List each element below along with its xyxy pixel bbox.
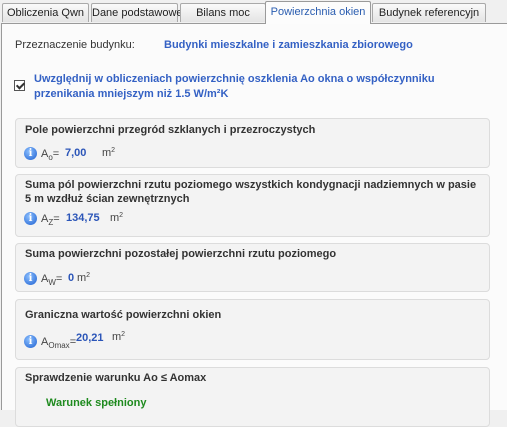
group-ao: Pole powierzchni przegród szklanych i pr… <box>15 118 490 168</box>
destination-row: Przeznaczenie budynku: Budynki mieszkaln… <box>15 39 413 51</box>
tab-bar: Obliczenia Qwn Dane podstawowe Bilans mo… <box>0 0 507 24</box>
group-ao-title: Pole powierzchni przegród szklanych i pr… <box>25 124 316 136</box>
ao-unit: m2 <box>102 147 116 159</box>
aw-symbol: AW= <box>41 273 63 287</box>
ao-symbol: Ao= <box>41 148 60 162</box>
az-symbol: AZ= <box>41 213 60 227</box>
group-check-title: Sprawdzenie warunku Ao ≤ Aomax <box>25 372 207 384</box>
info-icon[interactable]: i <box>24 272 37 285</box>
info-icon[interactable]: i <box>24 335 37 348</box>
group-aw: Suma powierzchni pozostałej powierzchni … <box>15 243 490 292</box>
tab-dane-podstawowe[interactable]: Dane podstawowe <box>91 3 183 22</box>
info-icon[interactable]: i <box>24 212 37 225</box>
destination-label: Przeznaczenie budynku: <box>15 39 135 51</box>
group-aomax: Graniczna wartość powierzchni okien i AO… <box>15 299 490 360</box>
tab-budynek-referencyjny[interactable]: Budynek referencyjn <box>372 3 486 22</box>
info-icon[interactable]: i <box>24 147 37 160</box>
tab-powierzchnia-okien[interactable]: Powierzchnia okien <box>265 1 371 24</box>
aw-value: 0 <box>68 272 75 284</box>
group-az: Suma pól powierzchni rzutu poziomego wsz… <box>15 174 490 237</box>
tab-bilans-moc[interactable]: Bilans moc <box>180 3 266 22</box>
destination-value: Budynki mieszkalne i zamieszkania zbioro… <box>164 39 413 51</box>
az-value: 134,75 <box>66 212 100 224</box>
include-glazing-checkbox[interactable] <box>14 80 25 91</box>
tab-obliczenia-qwn[interactable]: Obliczenia Qwn <box>2 3 89 22</box>
group-aw-title: Suma powierzchni pozostałej powierzchni … <box>25 248 337 260</box>
aomax-value: 20,21 <box>76 332 104 344</box>
ao-value: 7,00 <box>65 147 87 159</box>
group-condition-check: Sprawdzenie warunku Ao ≤ Aomax Warunek s… <box>15 367 490 427</box>
condition-result: Warunek spełniony <box>46 397 147 409</box>
az-unit: m2 <box>110 212 124 224</box>
aomax-symbol: AOmax= <box>41 336 77 350</box>
aomax-unit: m2 <box>112 331 126 343</box>
aw-unit: m2 <box>77 272 91 284</box>
group-az-title: Suma pól powierzchni rzutu poziomego wsz… <box>25 179 477 205</box>
group-aomax-title: Graniczna wartość powierzchni okien <box>25 309 222 321</box>
tab-panel: Przeznaczenie budynku: Budynki mieszkaln… <box>1 23 507 427</box>
include-glazing-label[interactable]: Uwzględnij w obliczeniach powierzchnię o… <box>34 72 474 102</box>
